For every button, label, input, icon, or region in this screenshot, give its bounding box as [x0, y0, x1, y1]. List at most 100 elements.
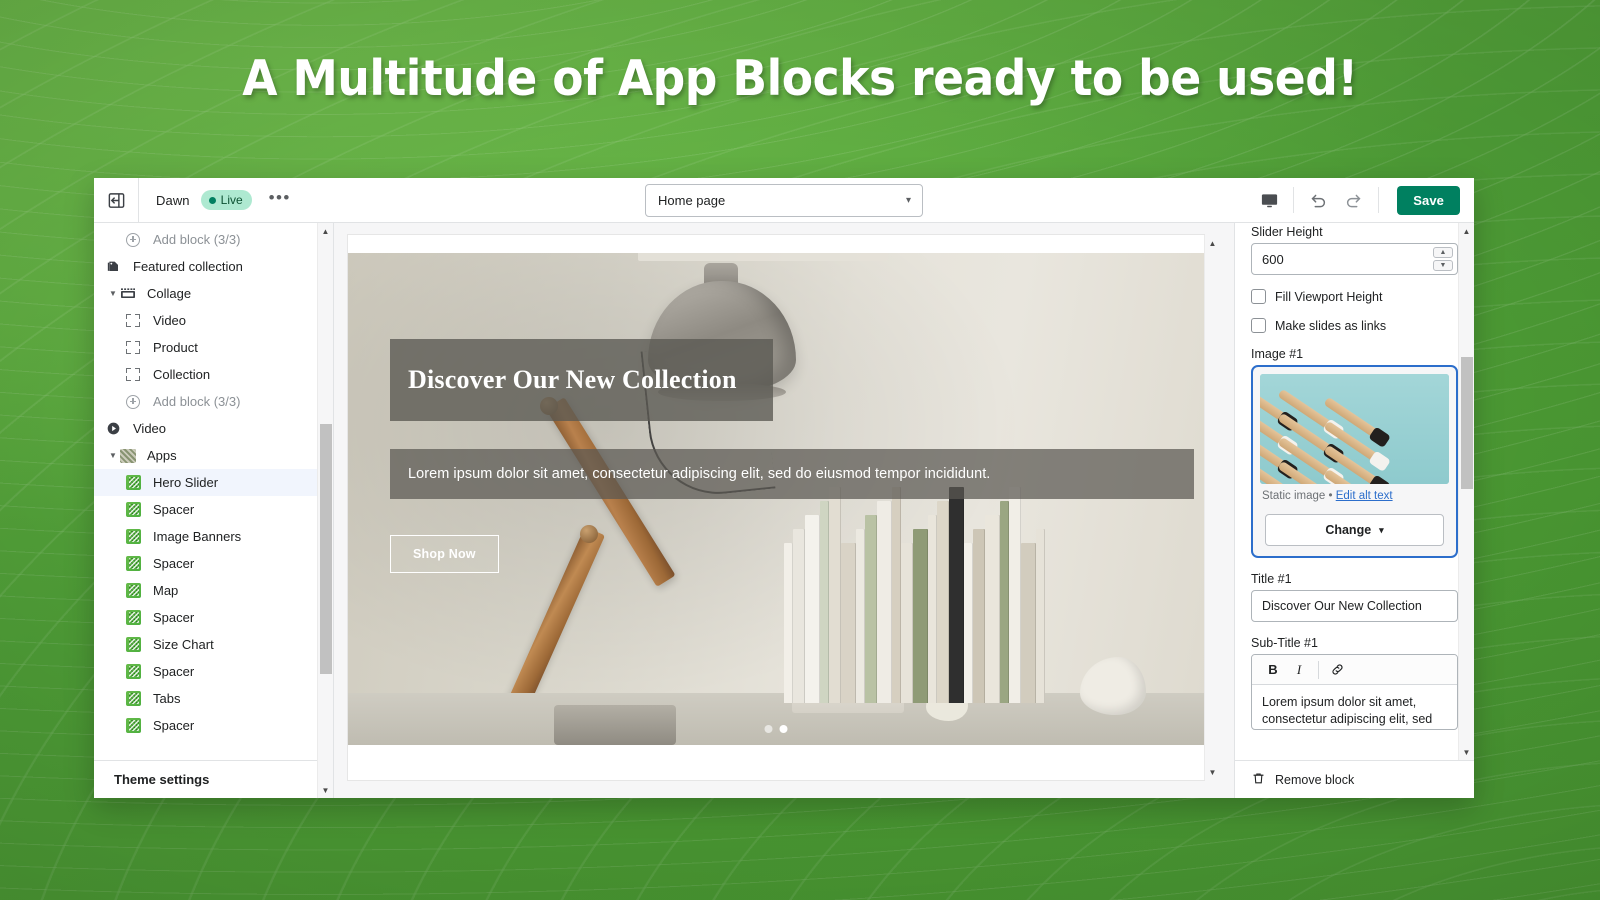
slider-dot-2[interactable] — [779, 725, 788, 733]
italic-button[interactable]: I — [1286, 657, 1312, 683]
make-links-checkbox[interactable] — [1251, 318, 1266, 333]
image-picker-card[interactable]: Static image • Edit alt text Change ▾ — [1251, 365, 1458, 558]
sidebar-item-image-banners[interactable]: Image Banners — [94, 523, 333, 550]
sidebar-item-label: Image Banners — [153, 529, 242, 544]
toolbar-separator — [1293, 187, 1295, 213]
sidebar-item-apps[interactable]: ▼ Apps — [94, 442, 333, 469]
app-block-icon — [126, 637, 141, 652]
make-links-checkbox-row[interactable]: Make slides as links — [1251, 318, 1458, 333]
remove-block-label: Remove block — [1275, 772, 1355, 787]
slider-height-input[interactable]: 600 ▲ ▼ — [1251, 243, 1458, 275]
settings-scroll-track[interactable] — [1459, 239, 1475, 744]
sidebar-item-video[interactable]: Video — [94, 307, 333, 334]
sidebar-item-spacer[interactable]: Spacer — [94, 658, 333, 685]
preview-scroll-down-icon[interactable]: ▼ — [1205, 764, 1221, 780]
subtitle-textarea[interactable]: Lorem ipsum dolor sit amet, consectetur … — [1252, 685, 1457, 729]
app-block-icon — [126, 529, 141, 544]
settings-scroll-down-icon[interactable]: ▼ — [1459, 744, 1475, 760]
link-icon[interactable] — [1325, 657, 1349, 683]
app-block-icon — [126, 556, 141, 571]
slider-dot-1[interactable] — [764, 725, 773, 733]
theme-settings-button[interactable]: Theme settings — [94, 760, 333, 798]
sidebar-item-label: Spacer — [153, 556, 195, 571]
settings-scroll-thumb[interactable] — [1460, 357, 1473, 489]
subtitle-rich-text-editor: B I Lorem ipsum dolor sit amet, consecte… — [1251, 654, 1458, 730]
theme-editor-window: Dawn Live ••• Home page ▾ Save Add block… — [94, 178, 1474, 798]
sections-list: Add block (3/3) Featured collection ▼ Colla… — [94, 223, 333, 760]
more-options-button[interactable]: ••• — [264, 186, 296, 214]
sidebar-scroll-thumb[interactable] — [319, 424, 332, 674]
sidebar-item-product[interactable]: Product — [94, 334, 333, 361]
redo-icon[interactable] — [1336, 178, 1372, 223]
exit-icon[interactable] — [94, 178, 138, 222]
sidebar-item-collage[interactable]: ▼ Collage — [94, 280, 333, 307]
sidebar-item-tabs[interactable]: Tabs — [94, 685, 333, 712]
sidebar-item-icon — [126, 475, 148, 490]
sidebar-item-spacer[interactable]: Spacer — [94, 712, 333, 739]
sidebar-item-icon — [126, 583, 148, 598]
hero-cta-button[interactable]: Shop Now — [390, 535, 499, 573]
sidebar-item-add-block-3-3[interactable]: Add block (3/3) — [94, 226, 333, 253]
sidebar-item-label: Add block (3/3) — [153, 394, 241, 409]
thumbnail-toothbrushes — [1260, 374, 1449, 484]
page-selector[interactable]: Home page ▾ — [645, 183, 923, 217]
sidebar-item-icon — [126, 610, 148, 625]
sidebar-item-label: Video — [153, 313, 187, 328]
remove-block-button[interactable]: Remove block — [1235, 760, 1474, 798]
sidebar-item-size-chart[interactable]: Size Chart — [94, 631, 333, 658]
sections-sidebar: Add block (3/3) Featured collection ▼ Colla… — [94, 223, 334, 798]
app-block-icon — [126, 583, 141, 598]
image-meta-text: Static image • — [1262, 490, 1336, 502]
app-block-icon — [126, 610, 141, 625]
preview-scroll-track[interactable] — [1205, 251, 1221, 764]
stepper-up-icon[interactable]: ▲ — [1433, 247, 1453, 258]
scroll-up-icon[interactable]: ▲ — [318, 223, 334, 239]
title-field-label: Title #1 — [1251, 572, 1292, 586]
chevron-down-icon[interactable]: ▼ — [106, 289, 120, 298]
sidebar-item-icon — [126, 556, 148, 571]
chevron-down-icon[interactable]: ▼ — [106, 451, 120, 460]
image-thumbnail[interactable] — [1260, 374, 1449, 484]
image-meta: Static image • Edit alt text — [1260, 484, 1449, 504]
title-input[interactable]: Discover Our New Collection — [1251, 590, 1458, 622]
scroll-down-icon[interactable]: ▼ — [318, 782, 334, 798]
sidebar-item-hero-slider[interactable]: Hero Slider — [94, 469, 333, 496]
sidebar-item-icon — [126, 341, 148, 354]
fill-viewport-checkbox-row[interactable]: Fill Viewport Height — [1251, 289, 1458, 304]
sidebar-item-add-block-3-3[interactable]: Add block (3/3) — [94, 388, 333, 415]
app-block-icon — [126, 718, 141, 733]
edit-alt-text-link[interactable]: Edit alt text — [1336, 490, 1393, 502]
stepper-down-icon[interactable]: ▼ — [1433, 260, 1453, 271]
trash-icon — [1251, 771, 1266, 789]
chevron-down-icon: ▾ — [1379, 524, 1384, 535]
fill-viewport-label: Fill Viewport Height — [1275, 289, 1383, 304]
sidebar-scroll-track[interactable] — [318, 239, 334, 782]
bold-button[interactable]: B — [1260, 657, 1286, 683]
hero-subtitle-band: Lorem ipsum dolor sit amet, consectetur … — [390, 449, 1194, 499]
subtitle-field-label: Sub-Title #1 — [1251, 636, 1318, 650]
sidebar-scrollbar[interactable]: ▲ ▼ — [317, 223, 333, 798]
save-button[interactable]: Save — [1397, 185, 1460, 215]
sidebar-item-spacer[interactable]: Spacer — [94, 550, 333, 577]
preview-scroll-up-icon[interactable]: ▲ — [1205, 235, 1221, 251]
sidebar-item-spacer[interactable]: Spacer — [94, 604, 333, 631]
change-image-button[interactable]: Change ▾ — [1265, 514, 1444, 546]
theme-name: Dawn — [156, 192, 190, 208]
settings-scroll-up-icon[interactable]: ▲ — [1459, 223, 1475, 239]
settings-scrollbar[interactable]: ▲ ▼ — [1458, 223, 1474, 760]
slider-height-stepper[interactable]: ▲ ▼ — [1433, 247, 1453, 271]
sidebar-item-featured-collection[interactable]: Featured collection — [94, 253, 333, 280]
sidebar-item-icon — [126, 664, 148, 679]
sidebar-item-video[interactable]: Video — [94, 415, 333, 442]
sidebar-item-map[interactable]: Map — [94, 577, 333, 604]
promo-headline: A Multitude of App Blocks ready to be us… — [242, 50, 1358, 107]
toolbar-separator-2 — [1378, 187, 1380, 213]
fill-viewport-checkbox[interactable] — [1251, 289, 1266, 304]
sidebar-item-icon — [106, 259, 128, 274]
preview-scrollbar[interactable]: ▲ ▼ — [1204, 235, 1220, 780]
desktop-icon[interactable] — [1251, 178, 1287, 223]
hero-title-band: Discover Our New Collection — [390, 339, 773, 421]
sidebar-item-collection[interactable]: Collection — [94, 361, 333, 388]
sidebar-item-spacer[interactable]: Spacer — [94, 496, 333, 523]
undo-icon[interactable] — [1300, 178, 1336, 223]
